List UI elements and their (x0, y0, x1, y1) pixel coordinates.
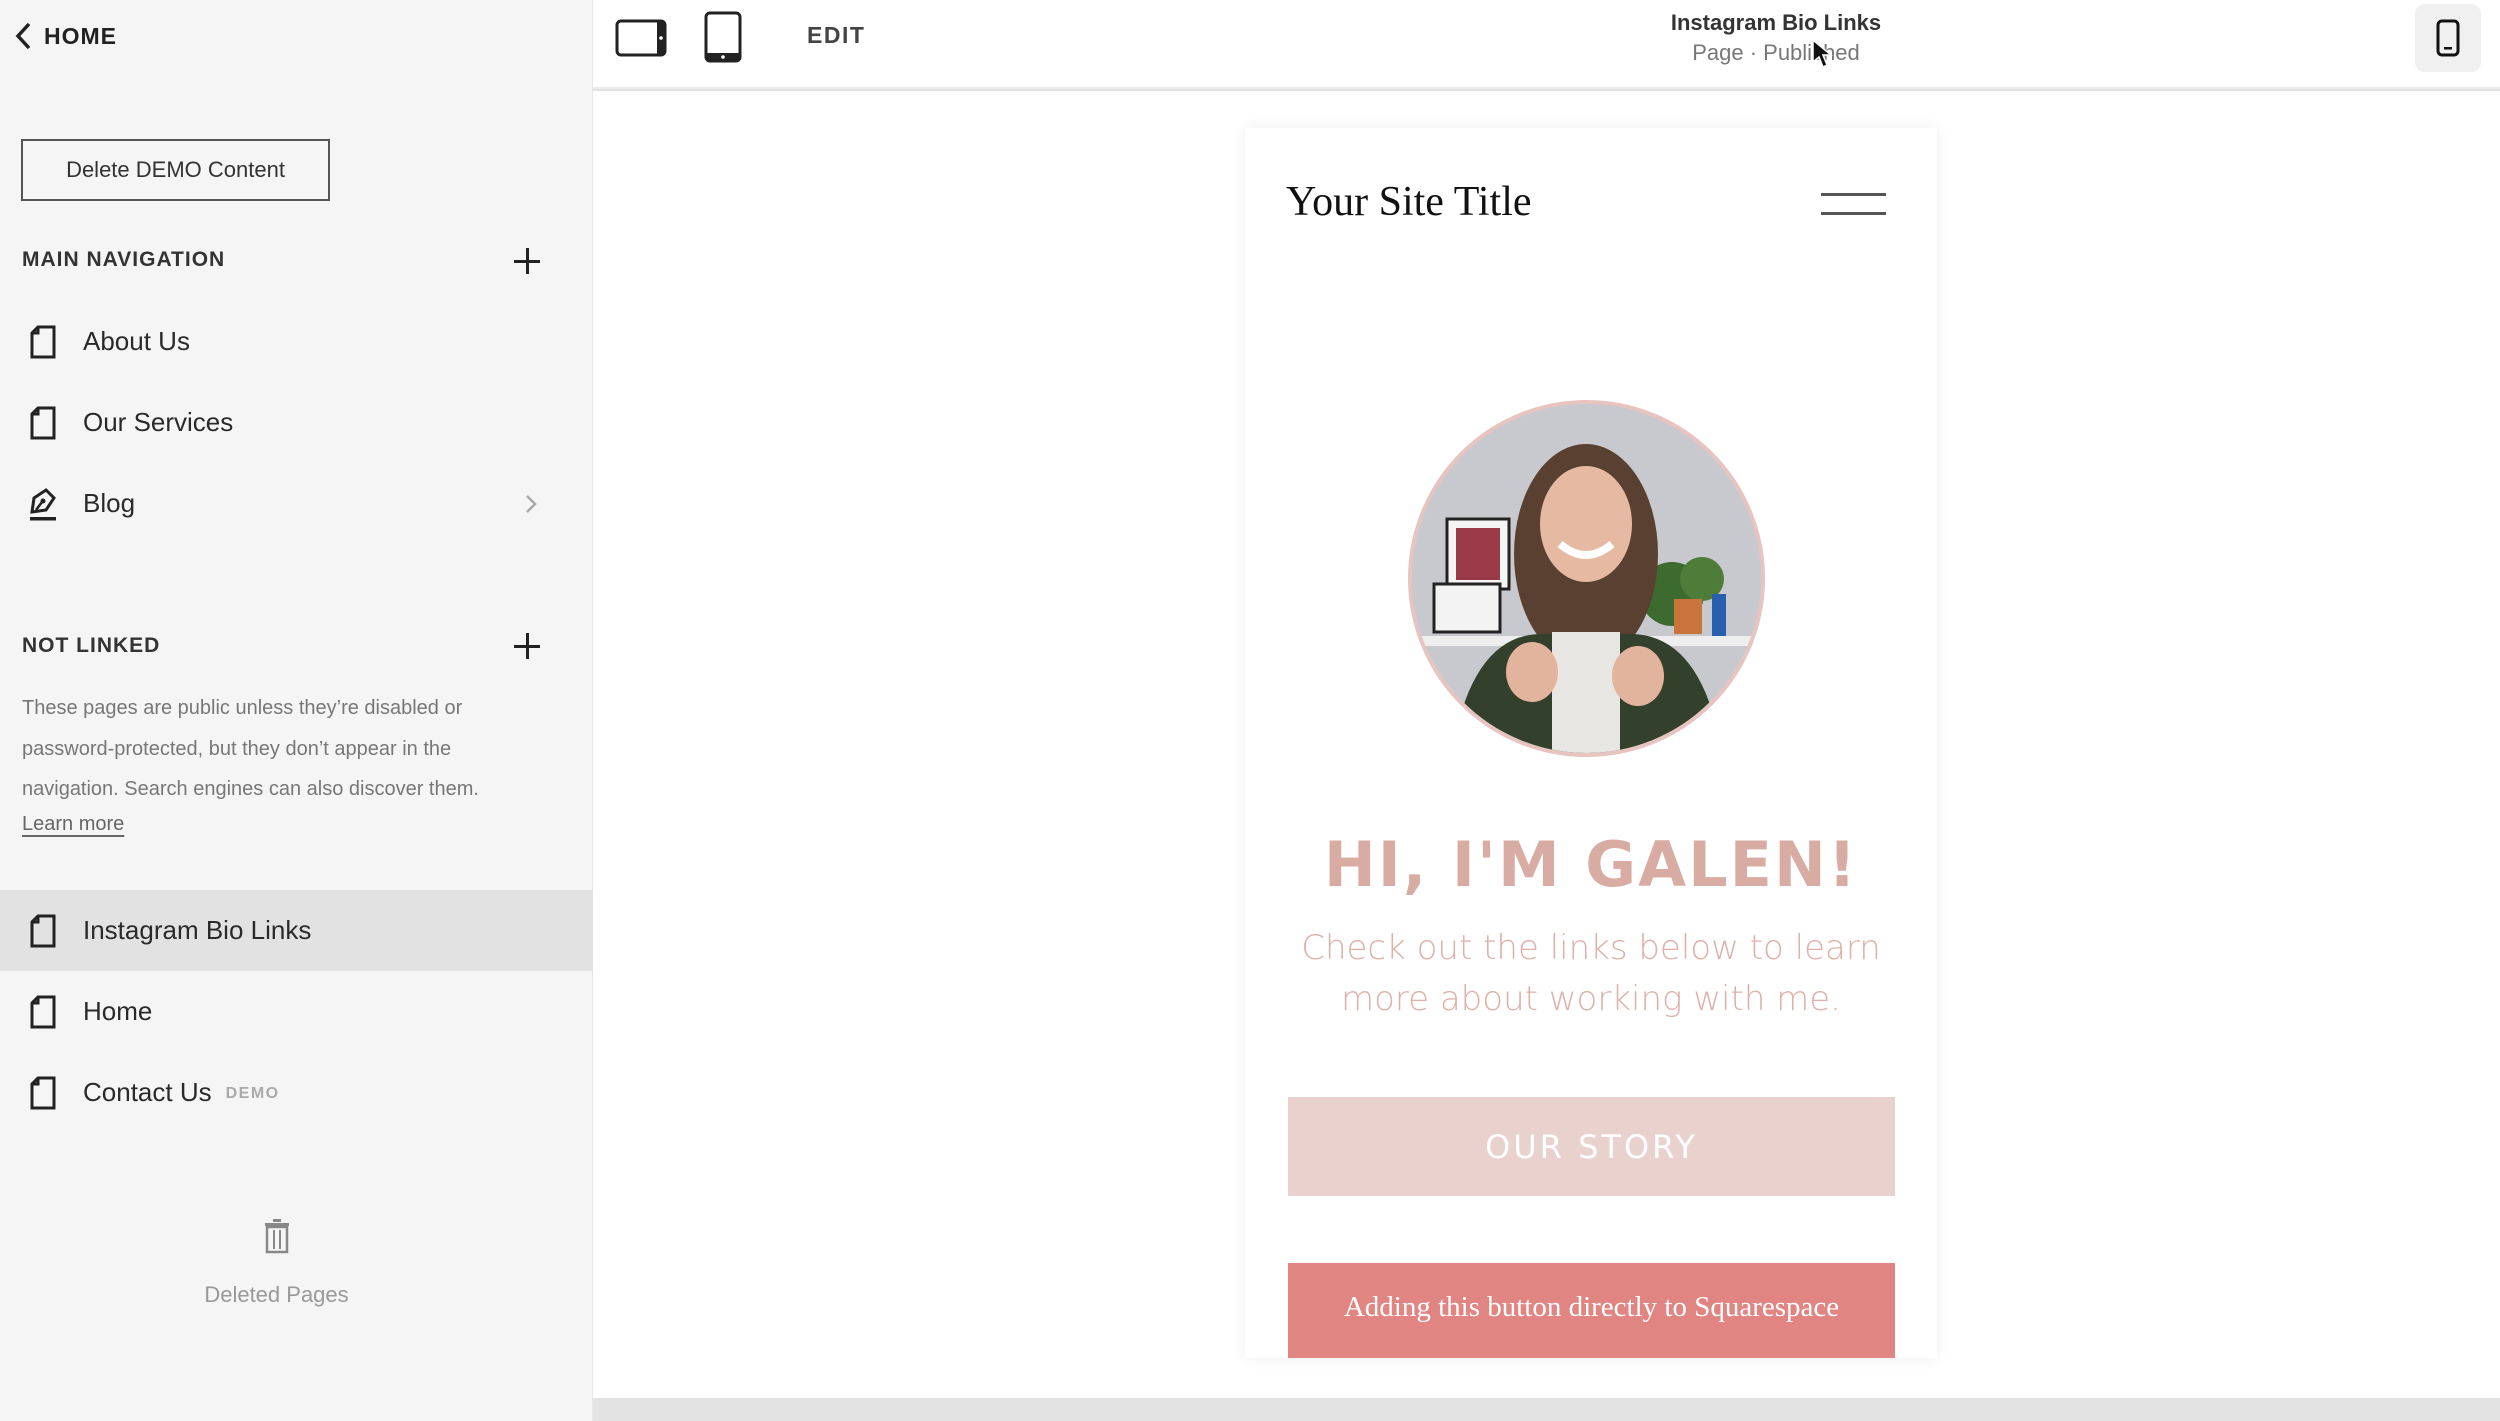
nav-item-label: Contact Us (83, 1077, 212, 1107)
demo-badge: DEMO (225, 1085, 280, 1103)
chevron-right-icon[interactable] (524, 493, 538, 515)
blog-icon (28, 485, 58, 523)
nav-item-instagram-bio-links[interactable]: Instagram Bio Links (0, 890, 593, 971)
pages-sidebar: HOME Delete DEMO Content MAIN NAVIGATION… (0, 0, 593, 1421)
profile-photo[interactable] (1408, 400, 1765, 757)
our-story-button[interactable]: OUR STORY (1288, 1097, 1895, 1196)
hero-headline: HI, I'M GALEN! (1323, 828, 1859, 901)
hero-intro-text: Check out the links below to learn more … (1301, 928, 1881, 1019)
not-linked-description: These pages are public unless they’re di… (22, 697, 479, 800)
mobile-phone-icon (2436, 19, 2460, 57)
learn-more-link[interactable]: Learn more (22, 813, 124, 836)
nav-item-our-services[interactable]: Our Services (0, 382, 593, 463)
nav-item-label: Our Services (83, 407, 234, 437)
deleted-pages-link[interactable]: Deleted Pages (0, 1282, 553, 1308)
delete-demo-content-button[interactable]: Delete DEMO Content (21, 139, 330, 201)
tablet-landscape-icon[interactable] (615, 19, 667, 57)
page-status: Page · Published (1692, 40, 1860, 65)
mouse-cursor-icon (1812, 38, 1833, 69)
nav-item-label-wrap: Contact Us DEMO (83, 1077, 280, 1108)
squarespace-button[interactable]: Adding this button directly to Squarespa… (1288, 1263, 1895, 1358)
page-icon (28, 1074, 58, 1112)
nav-item-home[interactable]: Home (0, 971, 593, 1052)
mobile-view-button[interactable] (2415, 4, 2481, 72)
edit-button[interactable]: EDIT (807, 22, 865, 49)
page-icon (28, 912, 58, 950)
nav-item-label: About Us (83, 326, 190, 356)
add-not-linked-page-button[interactable] (512, 631, 542, 661)
profile-photo-image (1412, 404, 1761, 753)
chevron-left-icon (15, 22, 31, 50)
nav-item-blog[interactable]: Blog (0, 463, 593, 544)
hamburger-menu-icon[interactable] (1821, 193, 1886, 215)
main-navigation-heading: MAIN NAVIGATION (22, 248, 226, 271)
nav-item-label: Home (83, 996, 153, 1026)
tablet-portrait-icon[interactable] (704, 11, 742, 63)
nav-item-contact-us[interactable]: Contact Us DEMO (0, 1052, 593, 1133)
page-icon (28, 323, 58, 361)
mobile-preview-frame: Your Site Title HI, I'M GALEN! Check out… (1245, 128, 1937, 1358)
page-title: Instagram Bio Links (1670, 10, 1882, 35)
canvas-bottom-edge (593, 1398, 2500, 1421)
editor-canvas: Your Site Title HI, I'M GALEN! Check out… (593, 91, 2500, 1398)
nav-item-label: Blog (83, 488, 136, 518)
trash-icon[interactable] (262, 1218, 292, 1254)
not-linked-heading: NOT LINKED (22, 634, 161, 657)
page-icon (28, 993, 58, 1031)
editor-toolbar: EDIT Instagram Bio Links Page · Publishe… (593, 0, 2500, 89)
nav-item-label: Instagram Bio Links (83, 915, 312, 945)
nav-item-about-us[interactable]: About Us (0, 301, 593, 382)
back-home-button[interactable]: HOME (14, 20, 117, 52)
site-title[interactable]: Your Site Title (1286, 178, 1532, 226)
page-title-block: Instagram Bio Links Page · Published (1576, 8, 1976, 68)
back-home-label: HOME (44, 22, 117, 49)
add-main-nav-page-button[interactable] (512, 246, 542, 276)
page-icon (28, 404, 58, 442)
